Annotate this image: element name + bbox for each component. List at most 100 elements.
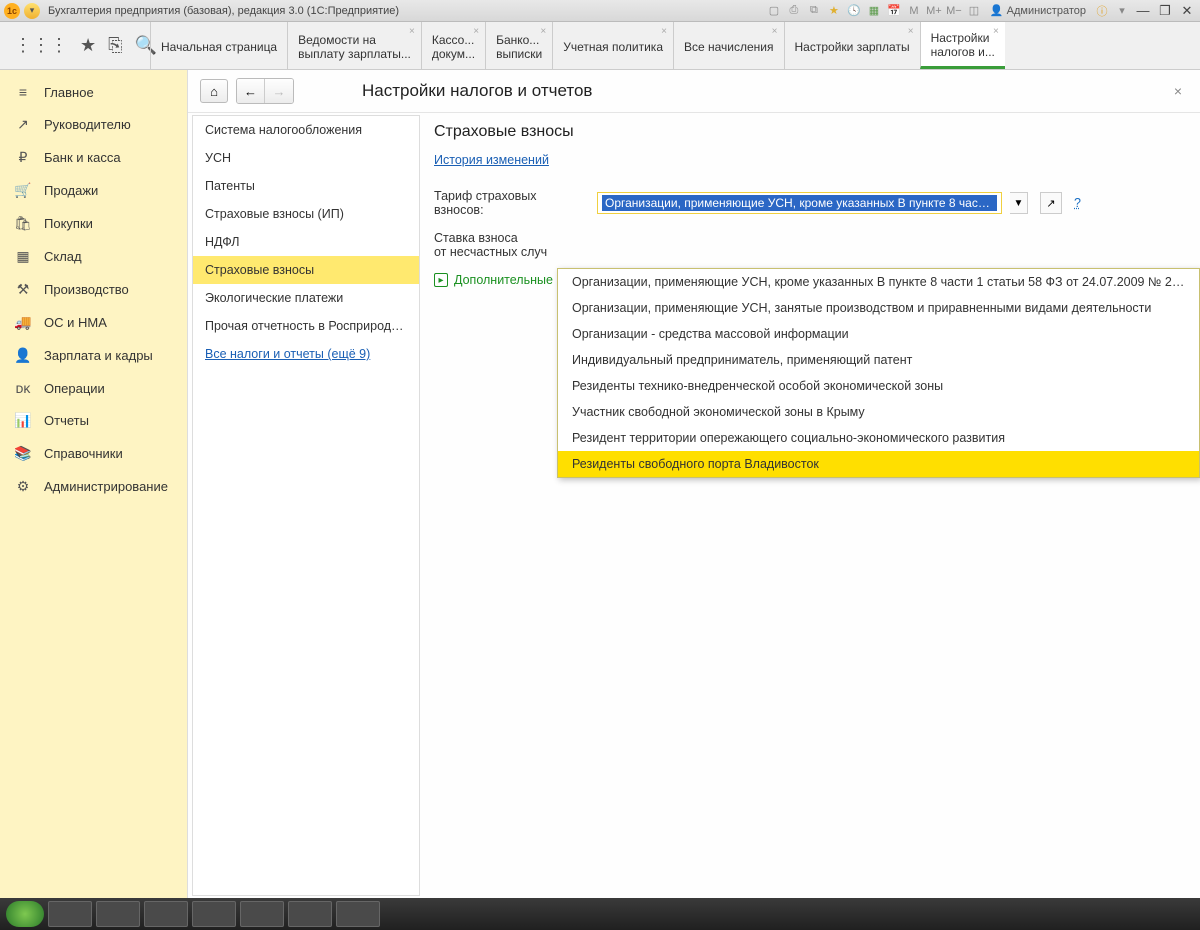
sidebar-item-1[interactable]: ↗Руководителю (0, 108, 187, 141)
toolbar-info-drop-icon[interactable]: ▾ (1114, 3, 1130, 19)
home-button[interactable]: ⌂ (200, 79, 228, 103)
favorite-icon[interactable]: ★ (80, 35, 96, 56)
tab-close-icon[interactable]: × (409, 26, 415, 37)
sidebar-label: Продажи (44, 183, 98, 198)
sidebar-item-6[interactable]: ⚒Производство (0, 273, 187, 306)
taskbar-item[interactable] (240, 901, 284, 927)
main-area: ⌂ ← → Настройки налогов и отчетов × Сист… (188, 70, 1200, 898)
tabbar-tools: ⋮⋮⋮ ★ ⎘ 🔍 (0, 22, 150, 69)
close-button[interactable]: ✕ (1178, 3, 1196, 19)
dropdown-item-4[interactable]: Резиденты технико-внедренческой особой э… (558, 373, 1199, 399)
sidebar-item-4[interactable]: 🛍Покупки (0, 207, 187, 240)
rate-label-2: от несчастных случ (434, 245, 1186, 259)
toolbar-history-icon[interactable]: 🕓 (846, 3, 862, 19)
subnav-all-link[interactable]: Все налоги и отчеты (ещё 9) (193, 340, 419, 368)
tab-1[interactable]: ×Ведомости навыплату зарплаты... (287, 22, 421, 69)
toolbar-star-icon[interactable]: ★ (826, 3, 842, 19)
apps-icon[interactable]: ⋮⋮⋮ (14, 35, 68, 56)
tab-close-icon[interactable]: × (993, 26, 999, 37)
subnav-item-4[interactable]: НДФЛ (193, 228, 419, 256)
subnav-item-3[interactable]: Страховые взносы (ИП) (193, 200, 419, 228)
expand-label: Дополнительные (454, 273, 553, 287)
subnav-item-5[interactable]: Страховые взносы (193, 256, 419, 284)
toolbar-calc-icon[interactable]: ▦ (866, 3, 882, 19)
taskbar-item[interactable] (144, 901, 188, 927)
tab-6[interactable]: ×Настройки зарплаты (784, 22, 920, 69)
dropdown-item-6[interactable]: Резидент территории опережающего социаль… (558, 425, 1199, 451)
toolbar-calendar-icon[interactable]: 📅 (886, 3, 902, 19)
sidebar-item-8[interactable]: 👤Зарплата и кадры (0, 339, 187, 372)
sidebar-item-2[interactable]: ₽Банк и касса (0, 141, 187, 174)
tab-label: Начальная страница (161, 40, 277, 54)
toolbar-preview-icon[interactable]: ▢ (766, 3, 782, 19)
dropdown-item-1[interactable]: Организации, применяющие УСН, занятые пр… (558, 295, 1199, 321)
tab-7[interactable]: ×Настройкиналогов и... (920, 22, 1005, 69)
settings-subnav: Система налогообложенияУСНПатентыСтрахов… (192, 115, 420, 896)
taskbar-item[interactable] (96, 901, 140, 927)
dropdown-item-7[interactable]: Резиденты свободного порта Владивосток (558, 451, 1199, 477)
tab-close-icon[interactable]: × (772, 26, 778, 37)
subnav-item-2[interactable]: Патенты (193, 172, 419, 200)
sidebar-label: Администрирование (44, 479, 168, 494)
toolbar-copy-icon[interactable]: ⧉ (806, 3, 822, 19)
start-button[interactable] (6, 901, 44, 927)
subnav-item-7[interactable]: Прочая отчетность в Росприродн... (193, 312, 419, 340)
subnav-item-6[interactable]: Экологические платежи (193, 284, 419, 312)
tariff-dropdown-button[interactable]: ▼ (1010, 192, 1028, 214)
maximize-button[interactable]: ❐ (1156, 3, 1174, 19)
taskbar-item[interactable] (48, 901, 92, 927)
minimize-button[interactable]: — (1134, 3, 1152, 19)
app-menu-icon[interactable]: ▾ (24, 3, 40, 19)
tab-0[interactable]: Начальная страница (150, 22, 287, 69)
tab-label: Учетная политика (563, 40, 663, 54)
tab-3[interactable]: ×Банко...выписки (485, 22, 552, 69)
sidebar-label: Покупки (44, 216, 93, 231)
toolbar-panel-icon[interactable]: ◫ (966, 3, 982, 19)
dropdown-item-3[interactable]: Индивидуальный предприниматель, применяю… (558, 347, 1199, 373)
tab-close-icon[interactable]: × (908, 26, 914, 37)
sidebar-item-12[interactable]: ⚙Администрирование (0, 470, 187, 503)
sidebar-icon: 📊 (14, 412, 32, 429)
tab-close-icon[interactable]: × (540, 26, 546, 37)
dropdown-item-0[interactable]: Организации, применяющие УСН, кроме указ… (558, 269, 1199, 295)
subnav-item-0[interactable]: Система налогообложения (193, 116, 419, 144)
tab-label: Настройки (931, 31, 995, 45)
forward-button[interactable]: → (265, 79, 293, 103)
window-title: Бухгалтерия предприятия (базовая), редак… (48, 5, 399, 17)
app-logo-icon: 1c (4, 3, 20, 19)
sidebar-item-11[interactable]: 📚Справочники (0, 437, 187, 470)
sidebar-item-10[interactable]: 📊Отчеты (0, 404, 187, 437)
tab-close-icon[interactable]: × (661, 26, 667, 37)
sidebar-icon: 🚚 (14, 314, 32, 331)
taskbar-item[interactable] (336, 901, 380, 927)
tab-5[interactable]: ×Все начисления (673, 22, 784, 69)
clipboard-icon[interactable]: ⎘ (108, 35, 122, 56)
toolbar-mminus-icon[interactable]: M− (946, 3, 962, 19)
dropdown-item-2[interactable]: Организации - средства массовой информац… (558, 321, 1199, 347)
content-area: Страховые взносы История изменений Тариф… (420, 113, 1200, 898)
toolbar-m-icon[interactable]: M (906, 3, 922, 19)
tariff-open-button[interactable]: ↗ (1040, 192, 1062, 214)
user-label[interactable]: 👤Администратор (986, 4, 1090, 17)
sidebar-item-9[interactable]: ᴅᴋОперации (0, 372, 187, 404)
sidebar-icon: ↗ (14, 116, 32, 133)
taskbar-item[interactable] (288, 901, 332, 927)
sidebar-item-0[interactable]: ≡Главное (0, 76, 187, 108)
tariff-help-icon[interactable]: ? (1074, 196, 1081, 210)
taskbar-item[interactable] (192, 901, 236, 927)
sidebar-item-3[interactable]: 🛒Продажи (0, 174, 187, 207)
tab-2[interactable]: ×Кассо...докум... (421, 22, 485, 69)
subnav-item-1[interactable]: УСН (193, 144, 419, 172)
dropdown-item-5[interactable]: Участник свободной экономической зоны в … (558, 399, 1199, 425)
sidebar-item-5[interactable]: ▦Склад (0, 240, 187, 273)
back-button[interactable]: ← (237, 79, 265, 103)
page-close-button[interactable]: × (1168, 83, 1188, 99)
tariff-select[interactable]: Организации, применяющие УСН, кроме указ… (597, 192, 1002, 214)
toolbar-print-icon[interactable]: ⎙ (786, 3, 802, 19)
tab-close-icon[interactable]: × (473, 26, 479, 37)
tab-4[interactable]: × Учетная политика (552, 22, 673, 69)
toolbar-mplus-icon[interactable]: M+ (926, 3, 942, 19)
history-link[interactable]: История изменений (434, 153, 549, 167)
sidebar-item-7[interactable]: 🚚ОС и НМА (0, 306, 187, 339)
toolbar-info-icon[interactable]: ⓘ (1094, 3, 1110, 19)
